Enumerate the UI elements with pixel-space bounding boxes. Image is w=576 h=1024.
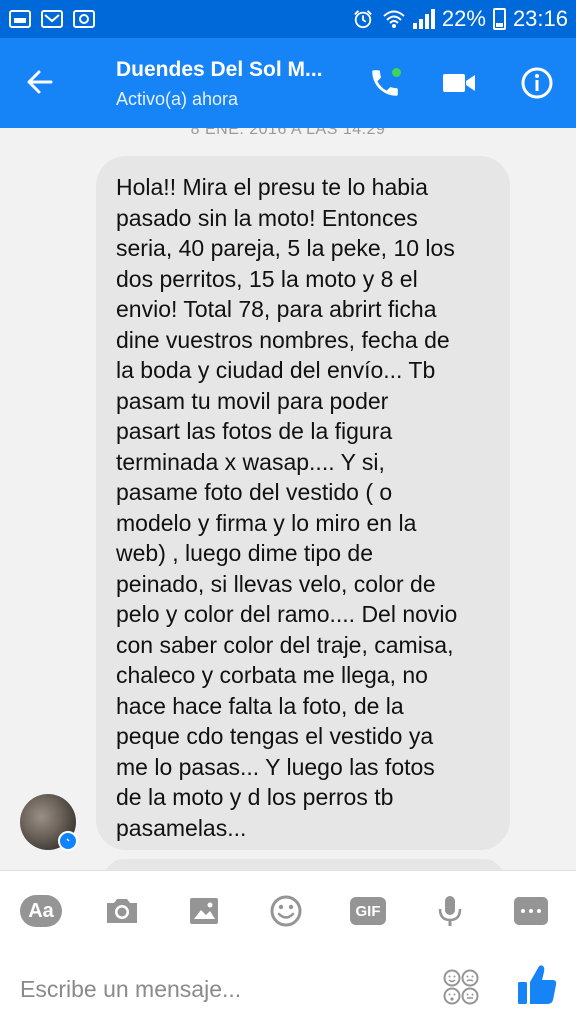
emoji-icon	[270, 895, 302, 927]
contact-name[interactable]: Duendes Del Sol M...	[116, 58, 323, 82]
message-composer: Aa GIF	[0, 870, 576, 1024]
gallery-icon	[9, 10, 31, 28]
stickers-icon	[443, 969, 479, 1005]
alarm-icon	[354, 10, 372, 29]
notification-icons	[8, 9, 96, 29]
camera-icon	[107, 899, 137, 923]
message-input[interactable]	[20, 969, 420, 1009]
gif-icon: GIF	[350, 897, 386, 925]
like-button[interactable]	[516, 963, 558, 1007]
wifi-icon	[383, 10, 405, 28]
more-options-button[interactable]	[509, 889, 553, 933]
message-bubble[interactable]: Hola!! Mira el presu te lo habia pasado …	[96, 156, 510, 850]
more-icon	[514, 897, 548, 925]
gmail-icon	[41, 10, 63, 28]
status-bar: 22% 23:16	[0, 0, 576, 38]
battery-icon	[492, 8, 506, 30]
voice-call-button[interactable]	[362, 60, 408, 106]
voice-message-button[interactable]	[428, 889, 472, 933]
back-button[interactable]	[18, 60, 62, 104]
video-call-button[interactable]	[436, 60, 482, 106]
system-status: 22% 23:16	[351, 6, 568, 32]
thumbs-up-icon	[518, 965, 557, 1004]
text-format-icon: Aa	[20, 895, 62, 927]
active-status: Activo(a) ahora	[116, 89, 239, 109]
signal-icon	[412, 9, 435, 29]
conversation-header: Duendes Del Sol M... Activo(a) ahora	[0, 38, 576, 128]
image-icon	[190, 898, 218, 924]
message-timestamp: 8 ENE. 2016 A LAS 14:29	[190, 128, 386, 138]
stickers-button[interactable]	[441, 967, 481, 1007]
info-button[interactable]	[514, 60, 560, 106]
message-list[interactable]: 8 ENE. 2016 A LAS 14:29 Hola!! Mira el p…	[0, 128, 576, 870]
camera-button[interactable]	[100, 889, 144, 933]
text-format-button[interactable]: Aa	[19, 889, 63, 933]
back-arrow-icon	[27, 70, 53, 94]
messenger-chat-screen: 22% 23:16 Duendes Del Sol M... Activo(a)…	[0, 0, 576, 1024]
message-text: Hola!! Mira el presu te lo habia pasado …	[116, 174, 458, 841]
clock: 23:16	[512, 6, 568, 31]
emoji-button[interactable]	[264, 889, 308, 933]
gallery-button[interactable]	[182, 889, 226, 933]
microphone-icon	[438, 896, 462, 926]
video-camera-icon	[443, 74, 475, 92]
messenger-badge-icon	[58, 831, 78, 851]
gif-button[interactable]: GIF	[346, 889, 390, 933]
photos-icon	[73, 10, 95, 28]
battery-percent: 22%	[441, 6, 486, 31]
online-indicator	[392, 68, 401, 77]
next-message-bubble[interactable]	[104, 859, 504, 870]
info-icon	[521, 67, 553, 99]
